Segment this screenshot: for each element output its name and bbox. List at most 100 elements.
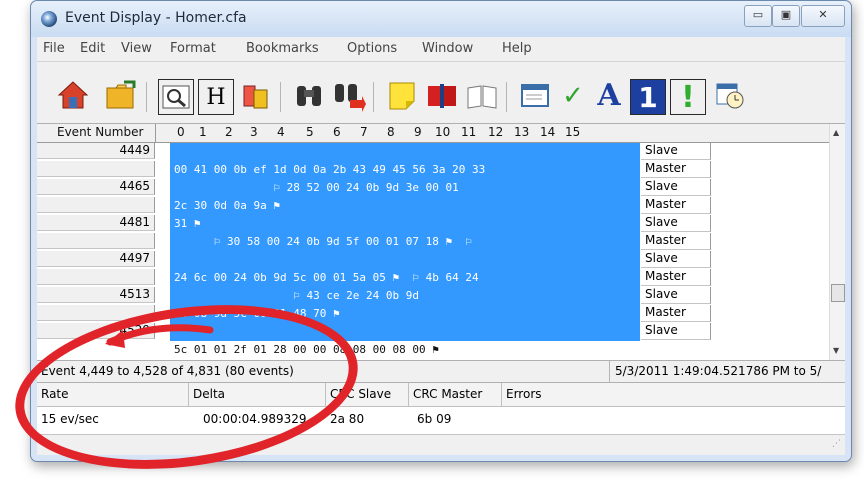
row-number[interactable]: 4497 (37, 251, 155, 267)
format-icon[interactable] (238, 78, 274, 114)
status-divider (609, 361, 610, 383)
minimize-button[interactable]: ▭ (744, 5, 772, 27)
row-number[interactable]: 4481 (37, 215, 155, 231)
menu-help[interactable]: Help (502, 41, 532, 56)
col-header[interactable]: 8 (387, 125, 395, 139)
col-header[interactable]: 3 (250, 125, 258, 139)
col-header[interactable]: 5 (306, 125, 314, 139)
row-number[interactable] (37, 161, 155, 177)
role-cell[interactable]: Slave (641, 323, 711, 340)
title-bar[interactable]: Event Display - Homer.cfa ▭ ▣ ✕ (31, 1, 851, 37)
toolbar: H ✓ A 1 ! (37, 62, 845, 123)
row-number[interactable]: 4449 (37, 143, 155, 159)
bookmark-book-icon[interactable] (424, 78, 460, 114)
col-header[interactable]: 15 (565, 125, 580, 139)
role-cell[interactable]: Slave (641, 287, 711, 304)
hex-line: 31 ⚑ (174, 217, 201, 230)
col-header[interactable]: 10 (435, 125, 450, 139)
checkmark-icon[interactable]: ✓ (555, 78, 591, 114)
col-header[interactable]: 12 (488, 125, 503, 139)
role-cell[interactable]: Master (641, 233, 711, 250)
close-button[interactable]: ✕ (801, 5, 845, 27)
row-number[interactable] (37, 269, 155, 285)
toolbar-separator (280, 82, 281, 112)
col-header[interactable]: 9 (414, 125, 422, 139)
row-number[interactable]: 4465 (37, 179, 155, 195)
menu-window[interactable]: Window (422, 41, 473, 56)
hex-line: 24 6c 00 24 0b 9d 5c 00 01 5a 05 ⚑ ⚐ 4b … (174, 271, 479, 284)
role-cell[interactable]: Slave (641, 179, 711, 196)
role-cell[interactable]: Slave (641, 215, 711, 232)
scroll-down-arrow-icon[interactable]: ▼ (833, 346, 839, 355)
role-cell[interactable]: Master (641, 269, 711, 286)
menu-file[interactable]: File (43, 41, 65, 56)
col-header[interactable]: 1 (199, 125, 207, 139)
toolbar-separator (373, 82, 374, 112)
crc-master-header[interactable]: CRC Master (409, 383, 502, 407)
calendar-clock-icon[interactable] (712, 78, 748, 114)
delta-header[interactable]: Delta (189, 383, 326, 407)
scroll-up-arrow-icon[interactable]: ▲ (833, 128, 839, 137)
time-range-status: 5/3/2011 1:49:04.521786 PM to 5/ (615, 364, 822, 378)
rate-header[interactable]: Rate (37, 383, 189, 407)
hex-line: 00 41 00 0b ef 1d 0d 0a 2b 43 49 45 56 3… (174, 163, 486, 176)
col-header[interactable]: 2 (225, 125, 233, 139)
home-icon[interactable] (55, 78, 91, 114)
status-bar: Event 4,449 to 4,528 of 4,831 (80 events… (37, 360, 845, 383)
hex-line-unselected[interactable]: 5c 01 01 2f 01 28 00 00 08 08 00 08 00 ⚑ (174, 343, 439, 356)
event-grid[interactable]: Event Number 0 1 2 3 4 5 6 7 8 9 10 11 1… (37, 123, 845, 361)
crc-master-value: 6b 09 (417, 412, 452, 426)
role-cell[interactable]: Master (641, 197, 711, 214)
find-icon[interactable] (158, 79, 194, 115)
menu-format[interactable]: Format (170, 41, 216, 56)
menu-bookmarks[interactable]: Bookmarks (246, 41, 319, 56)
exclamation-icon[interactable]: ! (670, 79, 706, 115)
event-range-status: Event 4,449 to 4,528 of 4,831 (80 events… (41, 364, 294, 378)
rate-value: 15 ev/sec (41, 412, 99, 426)
col-header[interactable]: 4 (277, 125, 285, 139)
errors-value (502, 409, 592, 431)
errors-header[interactable]: Errors (502, 383, 845, 407)
toolbar-separator (146, 82, 147, 112)
col-header[interactable]: 14 (540, 125, 555, 139)
window-icon[interactable] (517, 78, 553, 114)
row-number[interactable] (37, 305, 155, 321)
col-header[interactable]: 13 (514, 125, 529, 139)
role-cell[interactable]: Slave (641, 251, 711, 268)
role-cell[interactable]: Slave (641, 143, 711, 160)
menu-view[interactable]: View (121, 41, 152, 56)
role-cell[interactable]: Master (641, 161, 711, 178)
resize-grip-icon[interactable]: ⋰ (832, 439, 841, 449)
row-number[interactable]: 4513 (37, 287, 155, 303)
menu-edit[interactable]: Edit (80, 41, 105, 56)
bookmark-note-icon[interactable] (384, 78, 420, 114)
menu-options[interactable]: Options (347, 41, 397, 56)
crc-slave-header[interactable]: CRC Slave (326, 383, 409, 407)
role-cell[interactable]: Master (641, 305, 711, 322)
row-number[interactable] (37, 233, 155, 249)
col-header[interactable]: 7 (360, 125, 368, 139)
event-number-header[interactable]: Event Number (57, 125, 143, 139)
event-info-table: Rate Delta CRC Slave CRC Master Errors 1… (37, 382, 845, 435)
hex-line: ⚐ 30 58 00 24 0b 9d 5f 00 01 07 18 ⚑ ⚐ (174, 235, 473, 248)
window-title: Event Display - Homer.cfa (65, 10, 247, 26)
vertical-scrollbar[interactable]: ▲ ▼ (829, 124, 845, 361)
maximize-button[interactable]: ▣ (772, 5, 800, 27)
find-next-icon[interactable] (331, 78, 367, 114)
selected-hex-block[interactable]: 00 41 00 0b ef 1d 0d 0a 2b 43 49 45 56 3… (170, 143, 640, 341)
open-book-icon[interactable] (464, 78, 500, 114)
col-header[interactable]: 0 (177, 125, 185, 139)
number-one-icon[interactable]: 1 (630, 79, 666, 115)
row-number[interactable] (37, 197, 155, 213)
event-display-window: Event Display - Homer.cfa ▭ ▣ ✕ File Edi… (30, 0, 852, 462)
hex-line: ⚐ 43 ce 2e 24 0b 9d (174, 289, 420, 302)
scrollbar-thumb[interactable] (831, 284, 845, 302)
binoculars-icon[interactable] (291, 78, 327, 114)
open-folder-icon[interactable] (103, 78, 139, 114)
col-header[interactable]: 11 (461, 125, 476, 139)
row-number[interactable]: 4529 (37, 323, 155, 339)
grid-header: Event Number 0 1 2 3 4 5 6 7 8 9 10 11 1… (37, 124, 829, 143)
col-header[interactable]: 6 (333, 125, 341, 139)
header-icon[interactable]: H (198, 79, 234, 115)
font-icon[interactable]: A (591, 78, 627, 114)
